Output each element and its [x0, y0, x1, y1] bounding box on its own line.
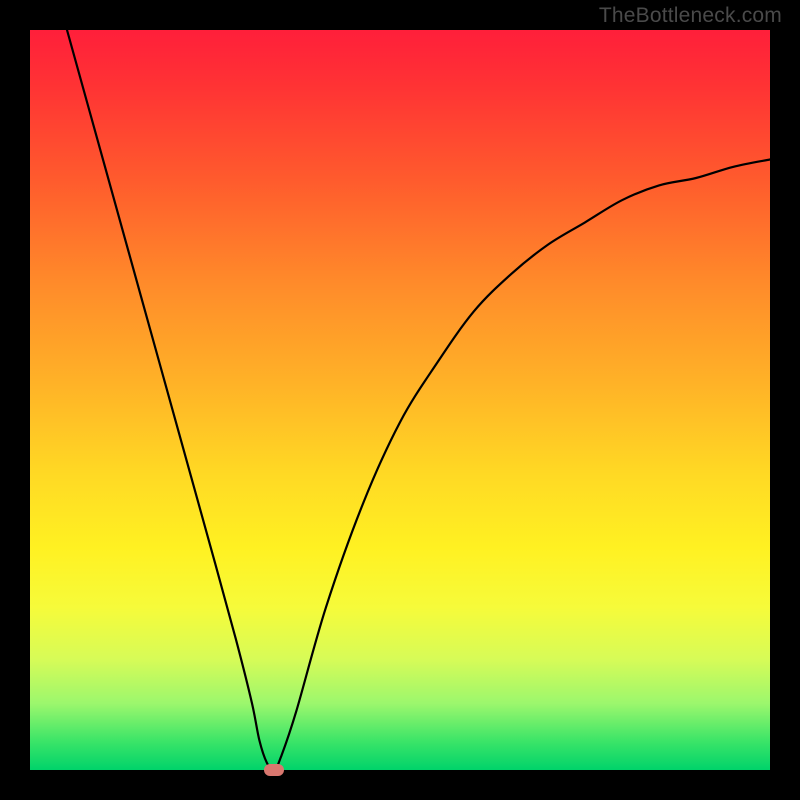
min-marker: [264, 764, 284, 776]
bottleneck-curve: [30, 30, 770, 770]
chart-frame: TheBottleneck.com: [0, 0, 800, 800]
watermark-text: TheBottleneck.com: [599, 4, 782, 28]
plot-area: [30, 30, 770, 770]
